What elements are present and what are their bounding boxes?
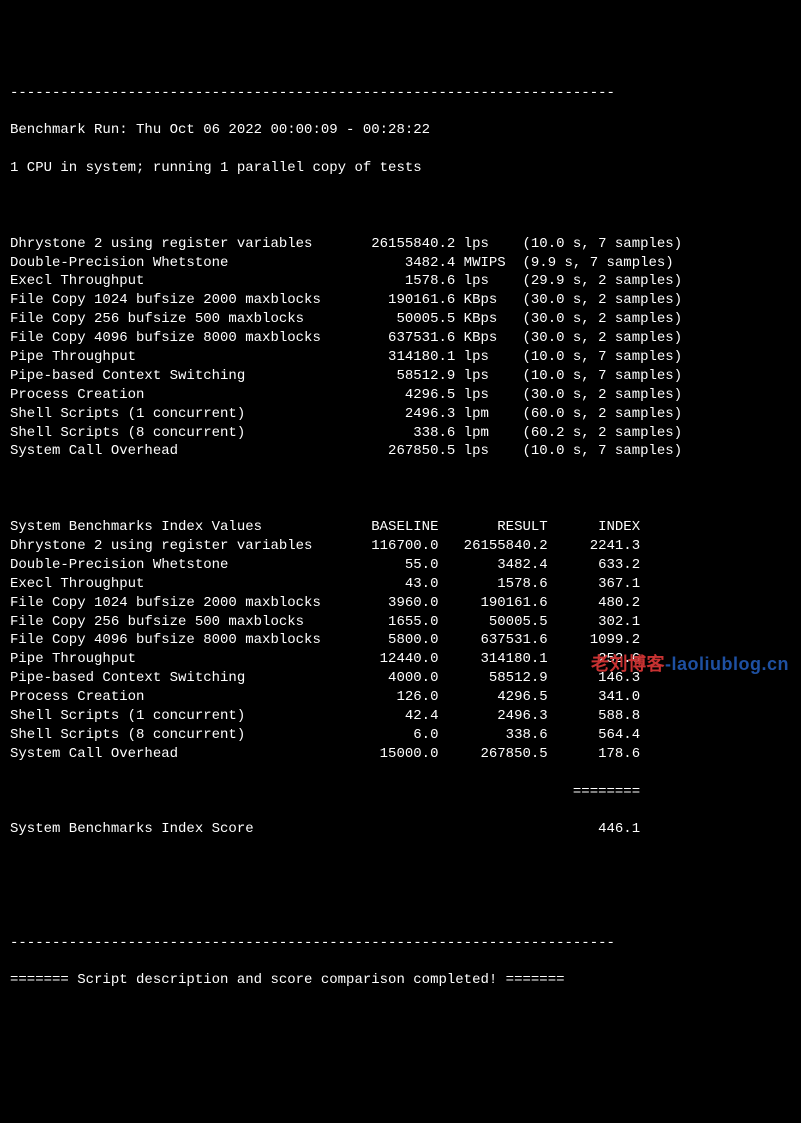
index-row: Shell Scripts (1 concurrent) 42.4 2496.3… — [10, 707, 791, 726]
index-row: Shell Scripts (8 concurrent) 6.0 338.6 5… — [10, 726, 791, 745]
index-score-line: System Benchmarks Index Score 446.1 — [10, 820, 791, 839]
result-row: File Copy 4096 bufsize 8000 maxblocks 63… — [10, 329, 791, 348]
cpu-info-line: 1 CPU in system; running 1 parallel copy… — [10, 159, 791, 178]
divider-bottom: ----------------------------------------… — [10, 934, 791, 953]
benchmark-run-line: Benchmark Run: Thu Oct 06 2022 00:00:09 … — [10, 121, 791, 140]
index-block: System Benchmarks Index Values BASELINE … — [10, 518, 791, 764]
result-row: Double-Precision Whetstone 3482.4 MWIPS … — [10, 254, 791, 273]
result-row: Pipe-based Context Switching 58512.9 lps… — [10, 367, 791, 386]
index-row: Double-Precision Whetstone 55.0 3482.4 6… — [10, 556, 791, 575]
results-block: Dhrystone 2 using register variables 261… — [10, 235, 791, 462]
result-row: Dhrystone 2 using register variables 261… — [10, 235, 791, 254]
index-row: Process Creation 126.0 4296.5 341.0 — [10, 688, 791, 707]
index-row: Pipe-based Context Switching 4000.0 5851… — [10, 669, 791, 688]
index-row: Pipe Throughput 12440.0 314180.1 252.6 — [10, 650, 791, 669]
index-row: Dhrystone 2 using register variables 116… — [10, 537, 791, 556]
index-row: Execl Throughput 43.0 1578.6 367.1 — [10, 575, 791, 594]
result-row: System Call Overhead 267850.5 lps (10.0 … — [10, 442, 791, 461]
index-row: File Copy 256 bufsize 500 maxblocks 1655… — [10, 613, 791, 632]
result-row: Pipe Throughput 314180.1 lps (10.0 s, 7 … — [10, 348, 791, 367]
divider-top: ----------------------------------------… — [10, 84, 791, 103]
index-row: File Copy 4096 bufsize 8000 maxblocks 58… — [10, 631, 791, 650]
index-row: File Copy 1024 bufsize 2000 maxblocks 39… — [10, 594, 791, 613]
index-row: System Call Overhead 15000.0 267850.5 17… — [10, 745, 791, 764]
blank-line — [10, 896, 791, 915]
index-header: System Benchmarks Index Values BASELINE … — [10, 518, 791, 537]
blank-line — [10, 197, 791, 216]
footer-message: ======= Script description and score com… — [10, 971, 791, 990]
index-rule: ======== — [10, 783, 791, 802]
result-row: Execl Throughput 1578.6 lps (29.9 s, 2 s… — [10, 272, 791, 291]
result-row: File Copy 1024 bufsize 2000 maxblocks 19… — [10, 291, 791, 310]
blank-line — [10, 480, 791, 499]
blank-line — [10, 858, 791, 877]
result-row: Process Creation 4296.5 lps (30.0 s, 2 s… — [10, 386, 791, 405]
result-row: Shell Scripts (1 concurrent) 2496.3 lpm … — [10, 405, 791, 424]
result-row: Shell Scripts (8 concurrent) 338.6 lpm (… — [10, 424, 791, 443]
result-row: File Copy 256 bufsize 500 maxblocks 5000… — [10, 310, 791, 329]
